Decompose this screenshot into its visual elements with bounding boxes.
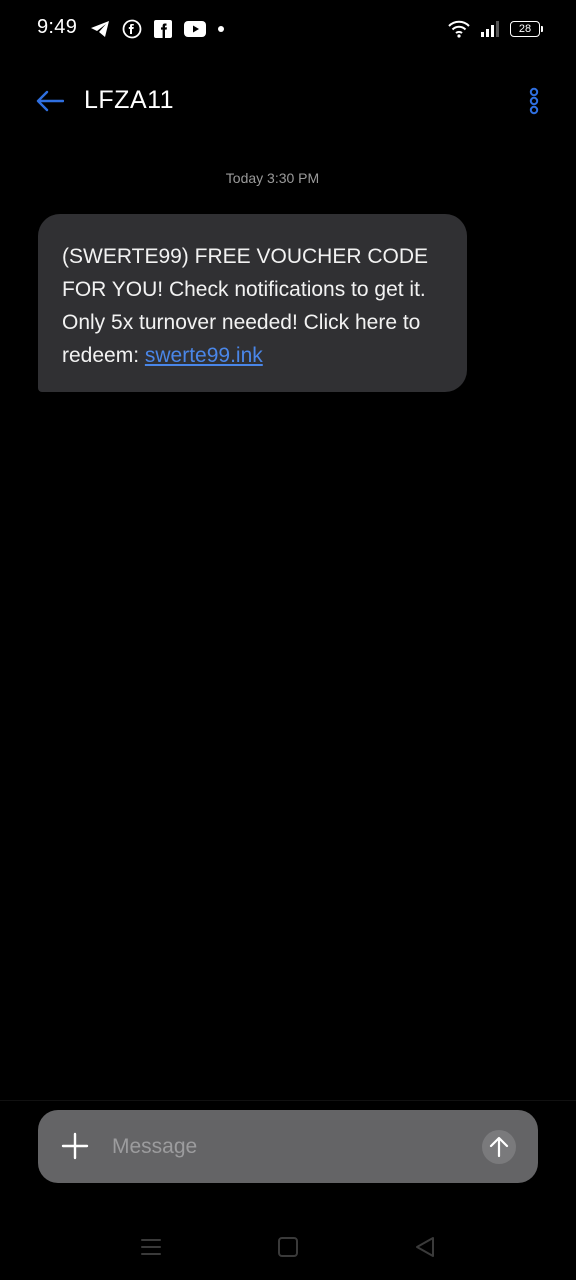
recent-apps-button[interactable] <box>136 1232 166 1262</box>
send-button[interactable] <box>482 1130 516 1164</box>
notification-dot <box>218 26 224 32</box>
back-button[interactable] <box>30 84 70 118</box>
contact-name: LFZA11 <box>84 86 175 114</box>
arrow-left-icon <box>36 90 64 112</box>
youtube-icon <box>184 21 206 37</box>
menu-icon <box>141 1239 161 1255</box>
arrow-up-icon <box>489 1136 509 1158</box>
status-icons-right: 28 <box>448 18 543 40</box>
telegram-icon <box>90 20 110 38</box>
facebook-icon <box>154 20 172 38</box>
conversation-header: LFZA11 <box>0 72 576 132</box>
home-button[interactable] <box>273 1232 303 1262</box>
message-bubble[interactable]: (SWERTE99) FREE VOUCHER CODE FOR YOU! Ch… <box>38 214 467 392</box>
compose-divider <box>0 1100 576 1101</box>
status-time: 9:49 <box>37 16 78 38</box>
triangle-left-icon <box>416 1237 434 1257</box>
status-bar: 9:49 28 <box>0 0 576 58</box>
wifi-icon <box>448 20 470 38</box>
compose-bar <box>38 1110 538 1183</box>
more-vertical-icon <box>529 87 539 115</box>
attach-button[interactable] <box>58 1128 92 1164</box>
square-icon <box>278 1237 298 1257</box>
battery-icon: 28 <box>510 21 543 37</box>
message-timestamp: Today 3:30 PM <box>225 170 320 186</box>
facebook-messenger-icon <box>122 19 142 39</box>
signal-icon <box>480 20 500 38</box>
status-icons-left <box>90 18 224 40</box>
message-input[interactable] <box>110 1128 474 1166</box>
system-navigation-bar <box>0 1222 576 1270</box>
plus-icon <box>61 1132 89 1160</box>
message-link[interactable]: swerte99.ink <box>145 344 263 367</box>
back-nav-button[interactable] <box>410 1232 440 1262</box>
more-options-button[interactable] <box>522 84 546 118</box>
